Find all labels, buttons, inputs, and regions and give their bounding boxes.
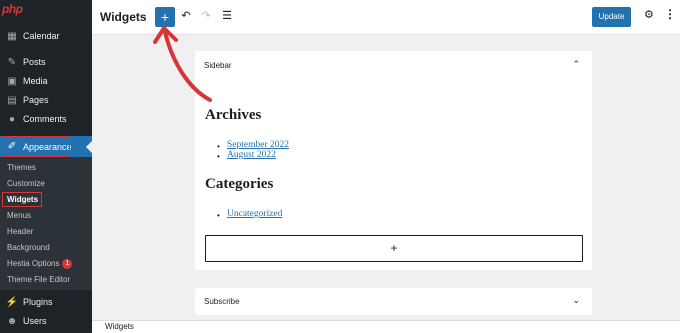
sidebar-item-label: Media	[23, 76, 48, 86]
site-logo: php	[2, 2, 23, 16]
sidebar-item-label: Pages	[23, 95, 49, 105]
sidebar-item-posts[interactable]: ✎ Posts	[0, 53, 92, 71]
wp-widgets-screen: php ▦ Calendar ✎ Posts ▣ Media ▤ Pages ●…	[0, 0, 680, 333]
notification-badge: 1	[62, 259, 73, 269]
block-appender-button[interactable]: +	[205, 235, 583, 262]
plug-icon: ⚡	[5, 296, 19, 308]
submenu-item-theme-file-editor[interactable]: Theme File Editor	[7, 274, 70, 286]
sidebar-item-label: Calendar	[23, 31, 60, 41]
sidebar-item-label: Users	[23, 316, 47, 326]
sidebar-item-label: Plugins	[23, 297, 53, 307]
sidebar-item-label: Comments	[23, 114, 67, 124]
chevron-up-icon[interactable]: ⌃	[572, 59, 580, 70]
widget-area-sidebar: Sidebar ⌃ Archives • September 2022 • Au…	[195, 51, 592, 270]
submenu-item-label: Hestia Options	[7, 259, 60, 268]
annotation-highlight-appearance	[1, 136, 70, 157]
submenu-item-background[interactable]: Background	[7, 242, 50, 254]
redo-icon[interactable]: ↷	[199, 9, 213, 22]
category-link[interactable]: Uncategorized	[227, 209, 282, 219]
sidebar-item-pages[interactable]: ▤ Pages	[0, 91, 92, 109]
media-icon: ▣	[7, 75, 17, 87]
comment-icon: ●	[8, 113, 16, 125]
archives-heading: Archives	[205, 107, 262, 123]
categories-heading: Categories	[205, 176, 274, 192]
list-bullet: •	[217, 142, 220, 151]
sidebar-item-label: Posts	[23, 57, 46, 67]
admin-sidebar: php ▦ Calendar ✎ Posts ▣ Media ▤ Pages ●…	[0, 0, 92, 333]
more-options-icon[interactable]: ⋮	[664, 7, 676, 21]
sidebar-item-plugins[interactable]: ⚡ Plugins	[0, 293, 92, 311]
sidebar-item-users[interactable]: ☻ Users	[0, 312, 92, 330]
list-bullet: •	[217, 211, 220, 220]
pushpin-icon: ✎	[7, 56, 17, 68]
current-menu-caret	[86, 141, 92, 153]
breadcrumb[interactable]: Widgets	[105, 322, 134, 331]
calendar-icon: ▦	[7, 30, 17, 42]
gear-icon[interactable]: ⚙	[644, 8, 654, 21]
sidebar-item-media[interactable]: ▣ Media	[0, 72, 92, 90]
annotation-highlight-widgets	[2, 192, 42, 207]
annotation-arrow	[153, 26, 212, 102]
page-title: Widgets	[100, 10, 147, 24]
pages-icon: ▤	[7, 94, 17, 106]
list-bullet: •	[217, 152, 220, 161]
chevron-down-icon[interactable]: ⌄	[572, 295, 580, 306]
archive-link[interactable]: August 2022	[227, 150, 276, 160]
appearance-submenu: Themes Customize Widgets Menus Header Ba…	[0, 157, 92, 290]
submenu-item-menus[interactable]: Menus	[7, 210, 31, 222]
archive-link[interactable]: September 2022	[227, 140, 289, 150]
widget-area-title[interactable]: Subscribe	[204, 297, 240, 306]
sidebar-item-calendar[interactable]: ▦ Calendar	[0, 27, 92, 45]
submenu-item-header[interactable]: Header	[7, 226, 33, 238]
update-button[interactable]: Update	[592, 7, 631, 27]
submenu-item-hestia-options[interactable]: Hestia Options 1	[7, 258, 73, 270]
list-view-icon[interactable]: ☰	[220, 9, 234, 22]
undo-icon[interactable]: ↶	[179, 9, 193, 22]
breadcrumb-bar: Widgets	[92, 320, 680, 333]
sidebar-item-comments[interactable]: ● Comments	[0, 110, 92, 128]
submenu-item-customize[interactable]: Customize	[7, 178, 45, 190]
submenu-item-themes[interactable]: Themes	[7, 162, 36, 174]
user-icon: ☻	[6, 315, 18, 327]
widget-area-subscribe: Subscribe ⌄	[195, 288, 592, 315]
